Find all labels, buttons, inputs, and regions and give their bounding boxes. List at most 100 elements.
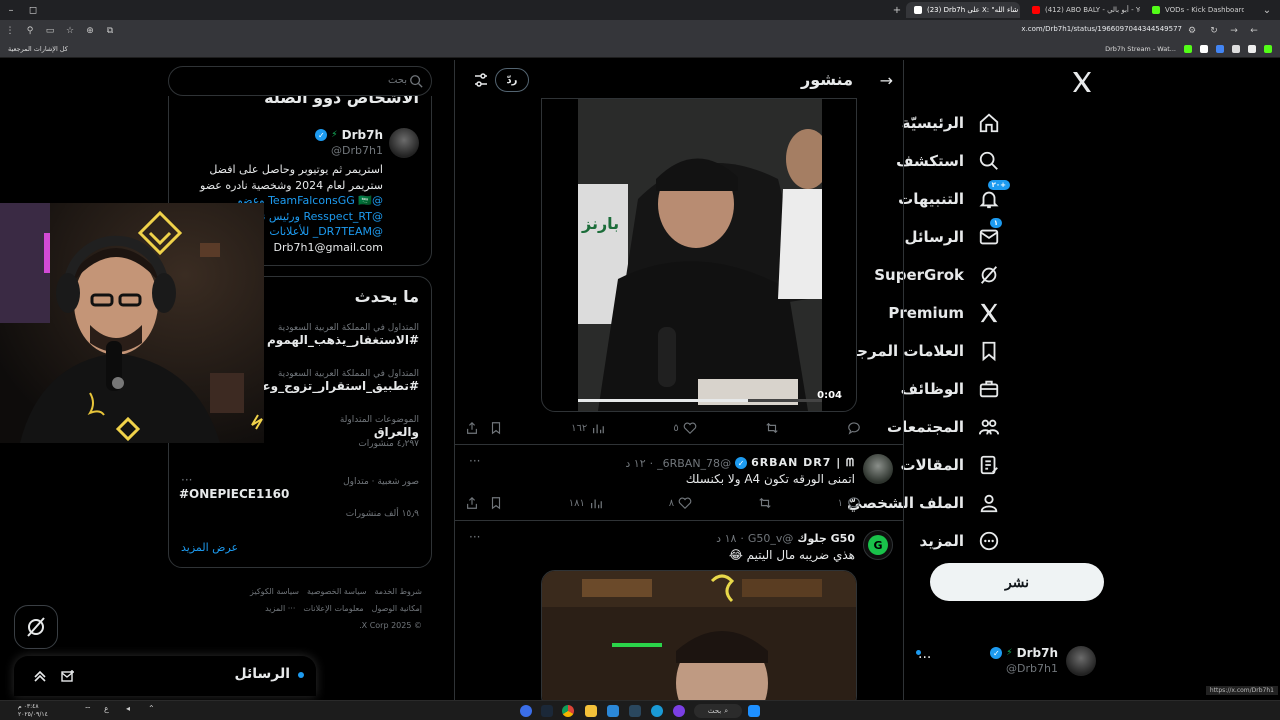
- views-action[interactable]: ١٨١: [569, 496, 603, 510]
- reload-icon[interactable]: ↻: [1207, 24, 1221, 38]
- windows-start-icon[interactable]: [748, 705, 760, 717]
- steam-app-icon[interactable]: [541, 705, 553, 717]
- sliders-icon[interactable]: [473, 72, 489, 88]
- mail-app-icon[interactable]: [607, 705, 619, 717]
- obs-app-icon[interactable]: [673, 705, 685, 717]
- nav-premium[interactable]: Premium: [888, 298, 1000, 328]
- footer-cookies-link[interactable]: سياسة الكوكيز: [250, 583, 299, 600]
- nav-jobs[interactable]: الوظائف: [901, 374, 1000, 404]
- person-name[interactable]: Drb7h: [342, 128, 383, 142]
- chrome-bookmark-icon[interactable]: [1216, 45, 1224, 53]
- video-player[interactable]: [541, 570, 857, 700]
- more-options-icon[interactable]: ···: [469, 454, 480, 468]
- nav-articles[interactable]: المقالات: [900, 450, 1000, 480]
- nav-more[interactable]: المزيد: [920, 526, 1000, 556]
- kick-bookmark-2-icon[interactable]: [1264, 45, 1272, 53]
- avatar[interactable]: [389, 128, 419, 158]
- author-name[interactable]: G50 جلوك: [797, 532, 855, 545]
- grok-button[interactable]: [14, 605, 58, 649]
- reply-button[interactable]: ردّ: [495, 68, 529, 92]
- x-bookmark-2-icon[interactable]: [1248, 45, 1256, 53]
- network-icon[interactable]: ⌔: [84, 705, 92, 715]
- back-icon[interactable]: ←: [1247, 24, 1261, 38]
- like-action[interactable]: ٥: [673, 421, 697, 435]
- more-options-icon[interactable]: ···: [469, 530, 480, 544]
- reply-tweet[interactable]: G G50 جلوك @G50_v · ١٨ د هذي ضريبه مال ا…: [455, 530, 903, 570]
- author-handle[interactable]: @6RBAN_78_: [657, 457, 731, 470]
- tune-icon[interactable]: ⚙: [1185, 24, 1199, 38]
- all-bookmarks-link[interactable]: كل الإشارات المرجعية: [8, 45, 68, 53]
- clock-date: ٢٠٢٥/٠٩/١٤: [18, 711, 48, 718]
- trend-item[interactable]: صور شعبية · متداول #ONEPIECE1160 ١٥٫٩ أل…: [179, 477, 419, 519]
- edge-app-icon[interactable]: [651, 705, 663, 717]
- grok-icon: [27, 617, 45, 637]
- taskbar-search[interactable]: بحث ⌕: [694, 704, 742, 718]
- author-name[interactable]: 6RBAN DR7 | ᗰ: [751, 456, 855, 470]
- views-action[interactable]: ١٦٢: [571, 421, 605, 435]
- install-icon[interactable]: ⧉: [103, 24, 117, 38]
- bookmark-drb7h-stream[interactable]: Drb7h Stream - Wat...: [1105, 45, 1176, 53]
- bookmark-icon[interactable]: [489, 496, 503, 510]
- bookmark-icon[interactable]: [489, 421, 503, 435]
- steam-2-app-icon[interactable]: [629, 705, 641, 717]
- zoom-icon[interactable]: ⊕: [83, 24, 97, 38]
- nav-explore[interactable]: استكشف: [896, 146, 1000, 176]
- tab-kick[interactable]: VODs - Kick Dashboard: [1144, 2, 1244, 18]
- menu-icon[interactable]: ⋮: [3, 24, 17, 38]
- expand-up-icon[interactable]: [32, 668, 48, 684]
- footer-terms-link[interactable]: شروط الخدمة: [374, 583, 422, 600]
- briefcase-icon: [979, 380, 999, 398]
- search-field[interactable]: بحث: [168, 66, 432, 96]
- messages-drawer[interactable]: الرسائل: [14, 656, 316, 696]
- window-minimize-icon[interactable]: –: [0, 0, 22, 20]
- avatar: [1066, 646, 1096, 676]
- x-logo-icon[interactable]: [1070, 70, 1094, 94]
- repost-action[interactable]: [765, 421, 779, 435]
- share-icon[interactable]: [465, 496, 479, 510]
- volume-icon[interactable]: ◂: [126, 704, 130, 713]
- file-explorer-icon[interactable]: [585, 705, 597, 717]
- copilot-app-icon[interactable]: [520, 705, 532, 717]
- tray-chevron-icon[interactable]: ⌃: [148, 704, 155, 713]
- input-language-icon[interactable]: ع: [104, 704, 109, 713]
- repost-action[interactable]: [758, 496, 772, 510]
- forward-icon[interactable]: →: [1227, 24, 1241, 38]
- article-icon: [980, 455, 998, 475]
- video-player[interactable]: بارنز 0:04: [541, 98, 857, 412]
- trend-more-icon[interactable]: ···: [181, 473, 192, 487]
- tweet-time[interactable]: ١٨ د: [716, 532, 736, 545]
- post-button[interactable]: نشر: [930, 563, 1104, 601]
- nav-home[interactable]: الرئيسيّة: [902, 108, 1000, 138]
- new-tab-icon[interactable]: +: [886, 0, 908, 20]
- taskbar-clock[interactable]: ٠٣:٤٨ م ٢٠٢٥/٠٩/١٤: [18, 703, 48, 719]
- github-bookmark-icon[interactable]: [1200, 45, 1208, 53]
- back-arrow-icon[interactable]: →: [880, 71, 893, 90]
- footer-more-link[interactable]: ··· المزيد: [265, 600, 295, 617]
- reply-action[interactable]: ١: [838, 496, 861, 510]
- url-field[interactable]: x.com/Drb7h1/status/1966097044344549577: [1021, 25, 1182, 33]
- kick-bookmark-icon[interactable]: [1184, 45, 1192, 53]
- new-message-icon[interactable]: [60, 668, 76, 684]
- tweet-time[interactable]: ١٢ د: [625, 457, 645, 470]
- comment-icon: [848, 497, 860, 510]
- show-more-link[interactable]: عرض المزيد: [181, 541, 238, 554]
- footer-privacy-link[interactable]: سياسة الخصوصية: [307, 583, 366, 600]
- account-switcher[interactable]: Drb7h ⚡ ✓ @Drb7h1 ···: [914, 642, 1096, 682]
- chrome-app-icon[interactable]: [562, 705, 574, 717]
- tab-search-icon[interactable]: ⌄: [1256, 0, 1278, 20]
- like-action[interactable]: ٨: [669, 496, 692, 510]
- nav-notifications[interactable]: التنبيهات +٢٠: [898, 180, 1010, 214]
- author-handle[interactable]: @G50_v: [748, 532, 794, 545]
- x-bookmark-icon[interactable]: [1232, 45, 1240, 53]
- window-restore-icon[interactable]: ◻: [22, 0, 44, 20]
- tab-youtube[interactable]: (412) ABO BALY - أبو بالي - You: [1024, 2, 1140, 18]
- reply-action[interactable]: [847, 421, 861, 435]
- nav-messages[interactable]: الرسائل ١: [904, 218, 1002, 252]
- sidebar-icon[interactable]: ▭: [43, 24, 57, 38]
- share-icon[interactable]: [465, 421, 479, 435]
- footer-accessibility-link[interactable]: إمكانية الوصول: [372, 600, 422, 617]
- extensions-icon[interactable]: ⚲: [23, 24, 37, 38]
- footer-ads-info-link[interactable]: معلومات الإعلانات: [303, 600, 363, 617]
- star-icon[interactable]: ☆: [63, 24, 77, 38]
- tab-x-post[interactable]: (23) Drb7h على X: "يا اللي ان شاء الله: [906, 2, 1020, 18]
